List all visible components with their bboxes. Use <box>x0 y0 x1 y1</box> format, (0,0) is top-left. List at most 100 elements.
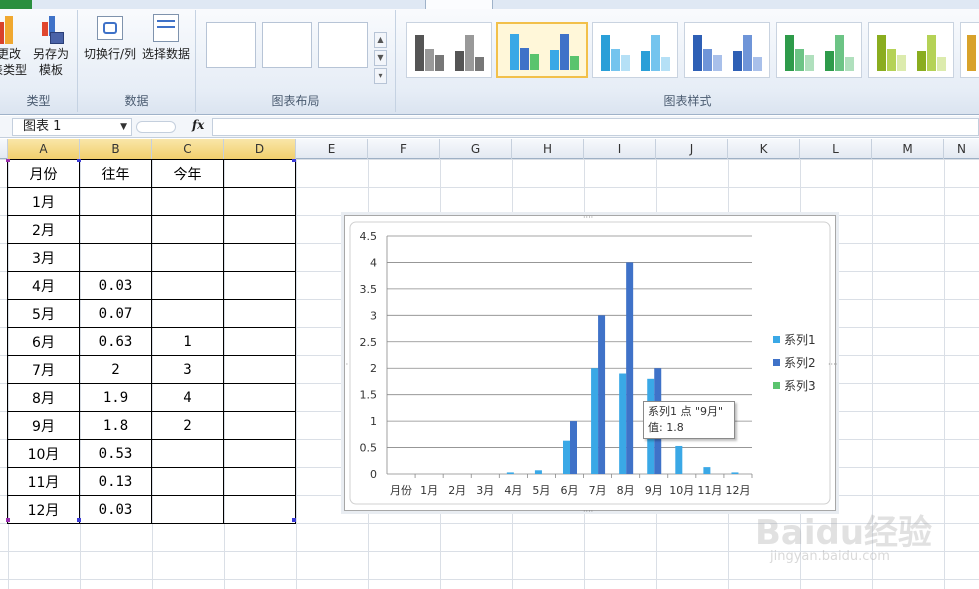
layout-3-thumb[interactable] <box>318 22 368 68</box>
table-cell[interactable]: 0.03 <box>79 271 152 300</box>
table-cell[interactable] <box>151 243 224 272</box>
col-header-a[interactable]: A <box>8 139 80 159</box>
table-cell[interactable] <box>223 271 296 300</box>
table-cell[interactable]: 9月 <box>7 411 80 440</box>
switch-row-column-button[interactable]: 切换行/列 <box>82 14 138 62</box>
col-header-h[interactable]: H <box>512 139 584 159</box>
table-cell[interactable]: 2 <box>151 411 224 440</box>
table-cell[interactable] <box>223 299 296 328</box>
col-header-j[interactable]: J <box>656 139 728 159</box>
range-handle[interactable] <box>292 159 296 162</box>
table-cell[interactable]: 月份 <box>7 159 80 188</box>
table-cell[interactable]: 2月 <box>7 215 80 244</box>
table-cell[interactable]: 2 <box>79 355 152 384</box>
table-cell[interactable]: 3月 <box>7 243 80 272</box>
table-cell[interactable]: 4月 <box>7 271 80 300</box>
chart-style-3[interactable] <box>592 22 678 78</box>
save-as-template-button[interactable]: 另存为 模板 <box>30 14 72 78</box>
table-cell[interactable]: 7月 <box>7 355 80 384</box>
chart-style-1[interactable] <box>406 22 492 78</box>
table-cell[interactable] <box>223 215 296 244</box>
col-header-g[interactable]: G <box>440 139 512 159</box>
table-cell[interactable] <box>151 299 224 328</box>
table-cell[interactable]: 4 <box>151 383 224 412</box>
gallery-up-icon[interactable]: ▲ <box>374 32 387 48</box>
tab-design[interactable] <box>425 0 493 9</box>
table-cell[interactable] <box>223 439 296 468</box>
select-data-button[interactable]: 选择数据 <box>140 14 192 62</box>
y-tick-label: 0 <box>370 468 377 481</box>
chart-style-7-partial[interactable] <box>960 22 979 78</box>
table-cell[interactable]: 8月 <box>7 383 80 412</box>
table-cell[interactable] <box>79 187 152 216</box>
table-cell[interactable]: 今年 <box>151 159 224 188</box>
chart-style-6[interactable] <box>868 22 954 78</box>
range-handle[interactable] <box>77 159 81 162</box>
table-cell[interactable]: 0.03 <box>79 495 152 524</box>
col-header-l[interactable]: L <box>800 139 872 159</box>
table-cell[interactable]: 1.9 <box>79 383 152 412</box>
formula-splitter[interactable] <box>136 121 176 133</box>
gallery-more-icon[interactable]: ▾ <box>374 68 387 84</box>
col-header-m[interactable]: M <box>872 139 944 159</box>
table-cell[interactable]: 5月 <box>7 299 80 328</box>
col-header-b[interactable]: B <box>80 139 152 159</box>
table-cell[interactable]: 1.8 <box>79 411 152 440</box>
layout-gallery-scroll[interactable]: ▲ ▼ ▾ <box>374 32 387 84</box>
table-cell[interactable]: 10月 <box>7 439 80 468</box>
table-cell[interactable] <box>223 159 296 188</box>
col-header-i[interactable]: I <box>584 139 656 159</box>
table-cell[interactable] <box>151 187 224 216</box>
layout-2-thumb[interactable] <box>262 22 312 68</box>
range-handle[interactable] <box>292 518 296 522</box>
gallery-down-icon[interactable]: ▼ <box>374 50 387 66</box>
table-cell[interactable]: 0.13 <box>79 467 152 496</box>
table-cell[interactable] <box>79 243 152 272</box>
table-cell[interactable]: 1 <box>151 327 224 356</box>
col-header-e[interactable]: E <box>296 139 368 159</box>
table-cell[interactable]: 0.63 <box>79 327 152 356</box>
table-cell[interactable]: 0.07 <box>79 299 152 328</box>
chart-style-4[interactable] <box>684 22 770 78</box>
tab-file[interactable] <box>0 0 32 9</box>
table-cell[interactable] <box>223 383 296 412</box>
table-cell[interactable] <box>151 271 224 300</box>
table-cell[interactable] <box>223 187 296 216</box>
table-cell[interactable] <box>151 215 224 244</box>
table-cell[interactable]: 往年 <box>79 159 152 188</box>
table-cell[interactable] <box>79 215 152 244</box>
change-chart-type-button[interactable]: 更改 表类型 <box>0 14 32 78</box>
formula-input[interactable] <box>212 118 979 136</box>
chart-object[interactable]: 0 0.5 1 1.5 2 2.5 3 3.5 4 4.5 月份 1月 2月 3月 4月 5月 6月 7月 8月 9月… <box>344 215 837 512</box>
range-handle[interactable] <box>6 518 10 522</box>
table-cell[interactable]: 3 <box>151 355 224 384</box>
table-cell[interactable]: 12月 <box>7 495 80 524</box>
table-cell[interactable] <box>151 467 224 496</box>
table-cell[interactable] <box>223 467 296 496</box>
name-box[interactable]: 图表 1 ▼ <box>12 118 132 136</box>
table-cell[interactable] <box>223 411 296 440</box>
table-cell[interactable] <box>223 327 296 356</box>
table-cell[interactable] <box>223 243 296 272</box>
select-all-corner[interactable] <box>0 139 8 159</box>
col-header-d[interactable]: D <box>224 139 296 159</box>
col-header-k[interactable]: K <box>728 139 800 159</box>
col-header-c[interactable]: C <box>152 139 224 159</box>
table-cell[interactable] <box>151 495 224 524</box>
range-handle[interactable] <box>77 518 81 522</box>
table-cell[interactable]: 0.53 <box>79 439 152 468</box>
range-handle[interactable] <box>6 159 10 162</box>
table-cell[interactable] <box>151 439 224 468</box>
layout-1-thumb[interactable] <box>206 22 256 68</box>
table-cell[interactable] <box>223 495 296 524</box>
col-header-f[interactable]: F <box>368 139 440 159</box>
col-header-n[interactable]: N <box>944 139 979 159</box>
chevron-down-icon[interactable]: ▼ <box>120 119 127 135</box>
table-cell[interactable] <box>223 355 296 384</box>
table-cell[interactable]: 6月 <box>7 327 80 356</box>
chart-style-5[interactable] <box>776 22 862 78</box>
chart-style-2-selected[interactable] <box>496 22 588 78</box>
insert-function-icon[interactable]: fx <box>192 118 204 132</box>
table-cell[interactable]: 1月 <box>7 187 80 216</box>
table-cell[interactable]: 11月 <box>7 467 80 496</box>
